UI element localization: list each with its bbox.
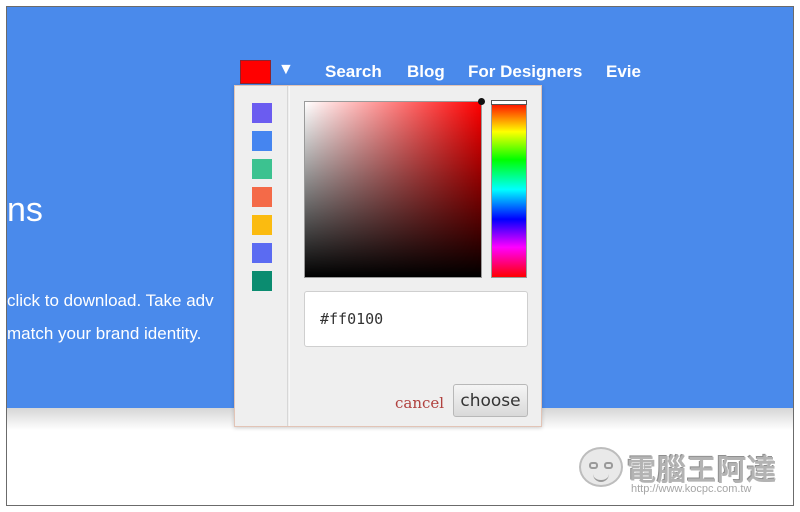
- hero-title: ns: [7, 191, 43, 229]
- nav-link-search[interactable]: Search: [325, 62, 382, 82]
- mascot-eye-left: [589, 462, 598, 469]
- color-picker-popup: cancel choose: [234, 85, 542, 427]
- mascot-mouth: [593, 474, 609, 482]
- hue-slider[interactable]: [491, 100, 527, 278]
- screenshot-frame: ▼ Search Blog For Designers Evie ns clic…: [6, 6, 794, 506]
- picker-divider-highlight: [289, 86, 290, 426]
- saturation-value-handle[interactable]: [478, 98, 485, 105]
- palette-swatch[interactable]: [252, 131, 272, 151]
- choose-button[interactable]: choose: [453, 384, 528, 417]
- mascot-eye-right: [604, 462, 613, 469]
- nav-link-blog[interactable]: Blog: [407, 62, 445, 82]
- cancel-button[interactable]: cancel: [395, 394, 444, 412]
- palette-swatch[interactable]: [252, 159, 272, 179]
- hero-text-line-2: match your brand identity.: [7, 324, 202, 343]
- hex-color-input[interactable]: [304, 291, 528, 347]
- palette-swatch[interactable]: [252, 187, 272, 207]
- picker-divider: [287, 86, 288, 426]
- hero-text-line-1: click to download. Take adv: [7, 291, 214, 310]
- nav-link-for-designers[interactable]: For Designers: [468, 62, 582, 82]
- color-picker-trigger-swatch[interactable]: [240, 60, 271, 84]
- watermark-url: http://www.kocpc.com.tw: [631, 483, 752, 495]
- palette-swatch[interactable]: [252, 215, 272, 235]
- palette-swatch[interactable]: [252, 243, 272, 263]
- top-nav: ▼ Search Blog For Designers Evie: [7, 55, 793, 85]
- nav-link-evie[interactable]: Evie: [606, 62, 641, 82]
- saturation-value-area[interactable]: [304, 98, 485, 278]
- hue-slider-handle[interactable]: [491, 100, 527, 105]
- palette-swatch[interactable]: [252, 103, 272, 123]
- chevron-down-icon[interactable]: ▼: [278, 61, 294, 79]
- mascot-face-icon: [579, 447, 623, 487]
- palette-swatch[interactable]: [252, 271, 272, 291]
- watermark: 電腦王阿達 http://www.kocpc.com.tw: [579, 443, 779, 501]
